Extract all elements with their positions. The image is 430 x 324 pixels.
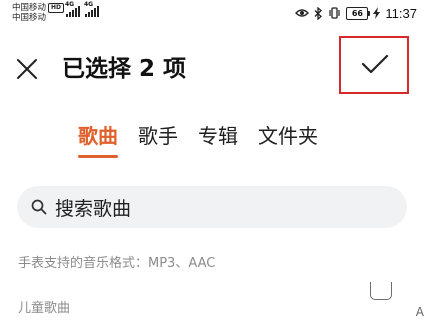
eye-icon [295,9,310,17]
signal-1-gen: 4G [65,1,75,8]
carrier-2-label: 中国移动 [12,13,47,23]
alphabet-index-letter[interactable]: A [416,305,424,319]
search-placeholder: 搜索歌曲 [55,197,132,220]
status-right: 66 11:37 [295,4,417,22]
tab-songs[interactable]: 歌曲 [78,120,118,158]
close-icon [17,59,37,79]
confirm-button[interactable] [339,36,409,94]
search-icon [31,199,47,215]
tab-artists[interactable]: 歌手 [138,120,178,152]
clock: 11:37 [385,5,417,21]
close-button[interactable] [14,56,40,82]
battery-icon: 66 [346,6,371,20]
category-tabs: 歌曲 歌手 专辑 文件夹 [78,120,318,158]
signal-2-gen: 4G [84,1,94,8]
screen: 中国移动 HD 中国移动 4G 4G 66 11:37 已选择 2 项 歌曲 歌… [0,0,430,324]
signal-group: 4G 4G [65,1,99,17]
hd-badge: HD [48,3,65,13]
format-hint: 手表支持的音乐格式：MP3、AAC [18,256,216,271]
carrier-1-label: 中国移动 [12,3,47,13]
vibrate-icon [329,7,341,19]
carrier-info: 中国移动 HD 中国移动 [12,3,65,23]
tab-folders[interactable]: 文件夹 [258,120,318,152]
status-bar: 中国移动 HD 中国移动 4G 4G 66 11:37 [0,0,430,30]
song-checkbox[interactable] [370,282,392,300]
charging-icon [373,7,381,19]
song-subtitle: 儿童歌曲 [18,301,71,316]
bluetooth-icon [314,6,323,20]
signal-1-icon: 4G [65,1,80,17]
page-title: 已选择 2 项 [62,56,187,82]
search-input[interactable]: 搜索歌曲 [17,186,407,228]
check-icon [361,54,389,74]
list-item[interactable]: … 儿童歌曲 [0,280,430,324]
tab-albums[interactable]: 专辑 [198,120,238,152]
song-title-partial: … [18,280,32,286]
signal-2-icon: 4G [84,1,99,17]
